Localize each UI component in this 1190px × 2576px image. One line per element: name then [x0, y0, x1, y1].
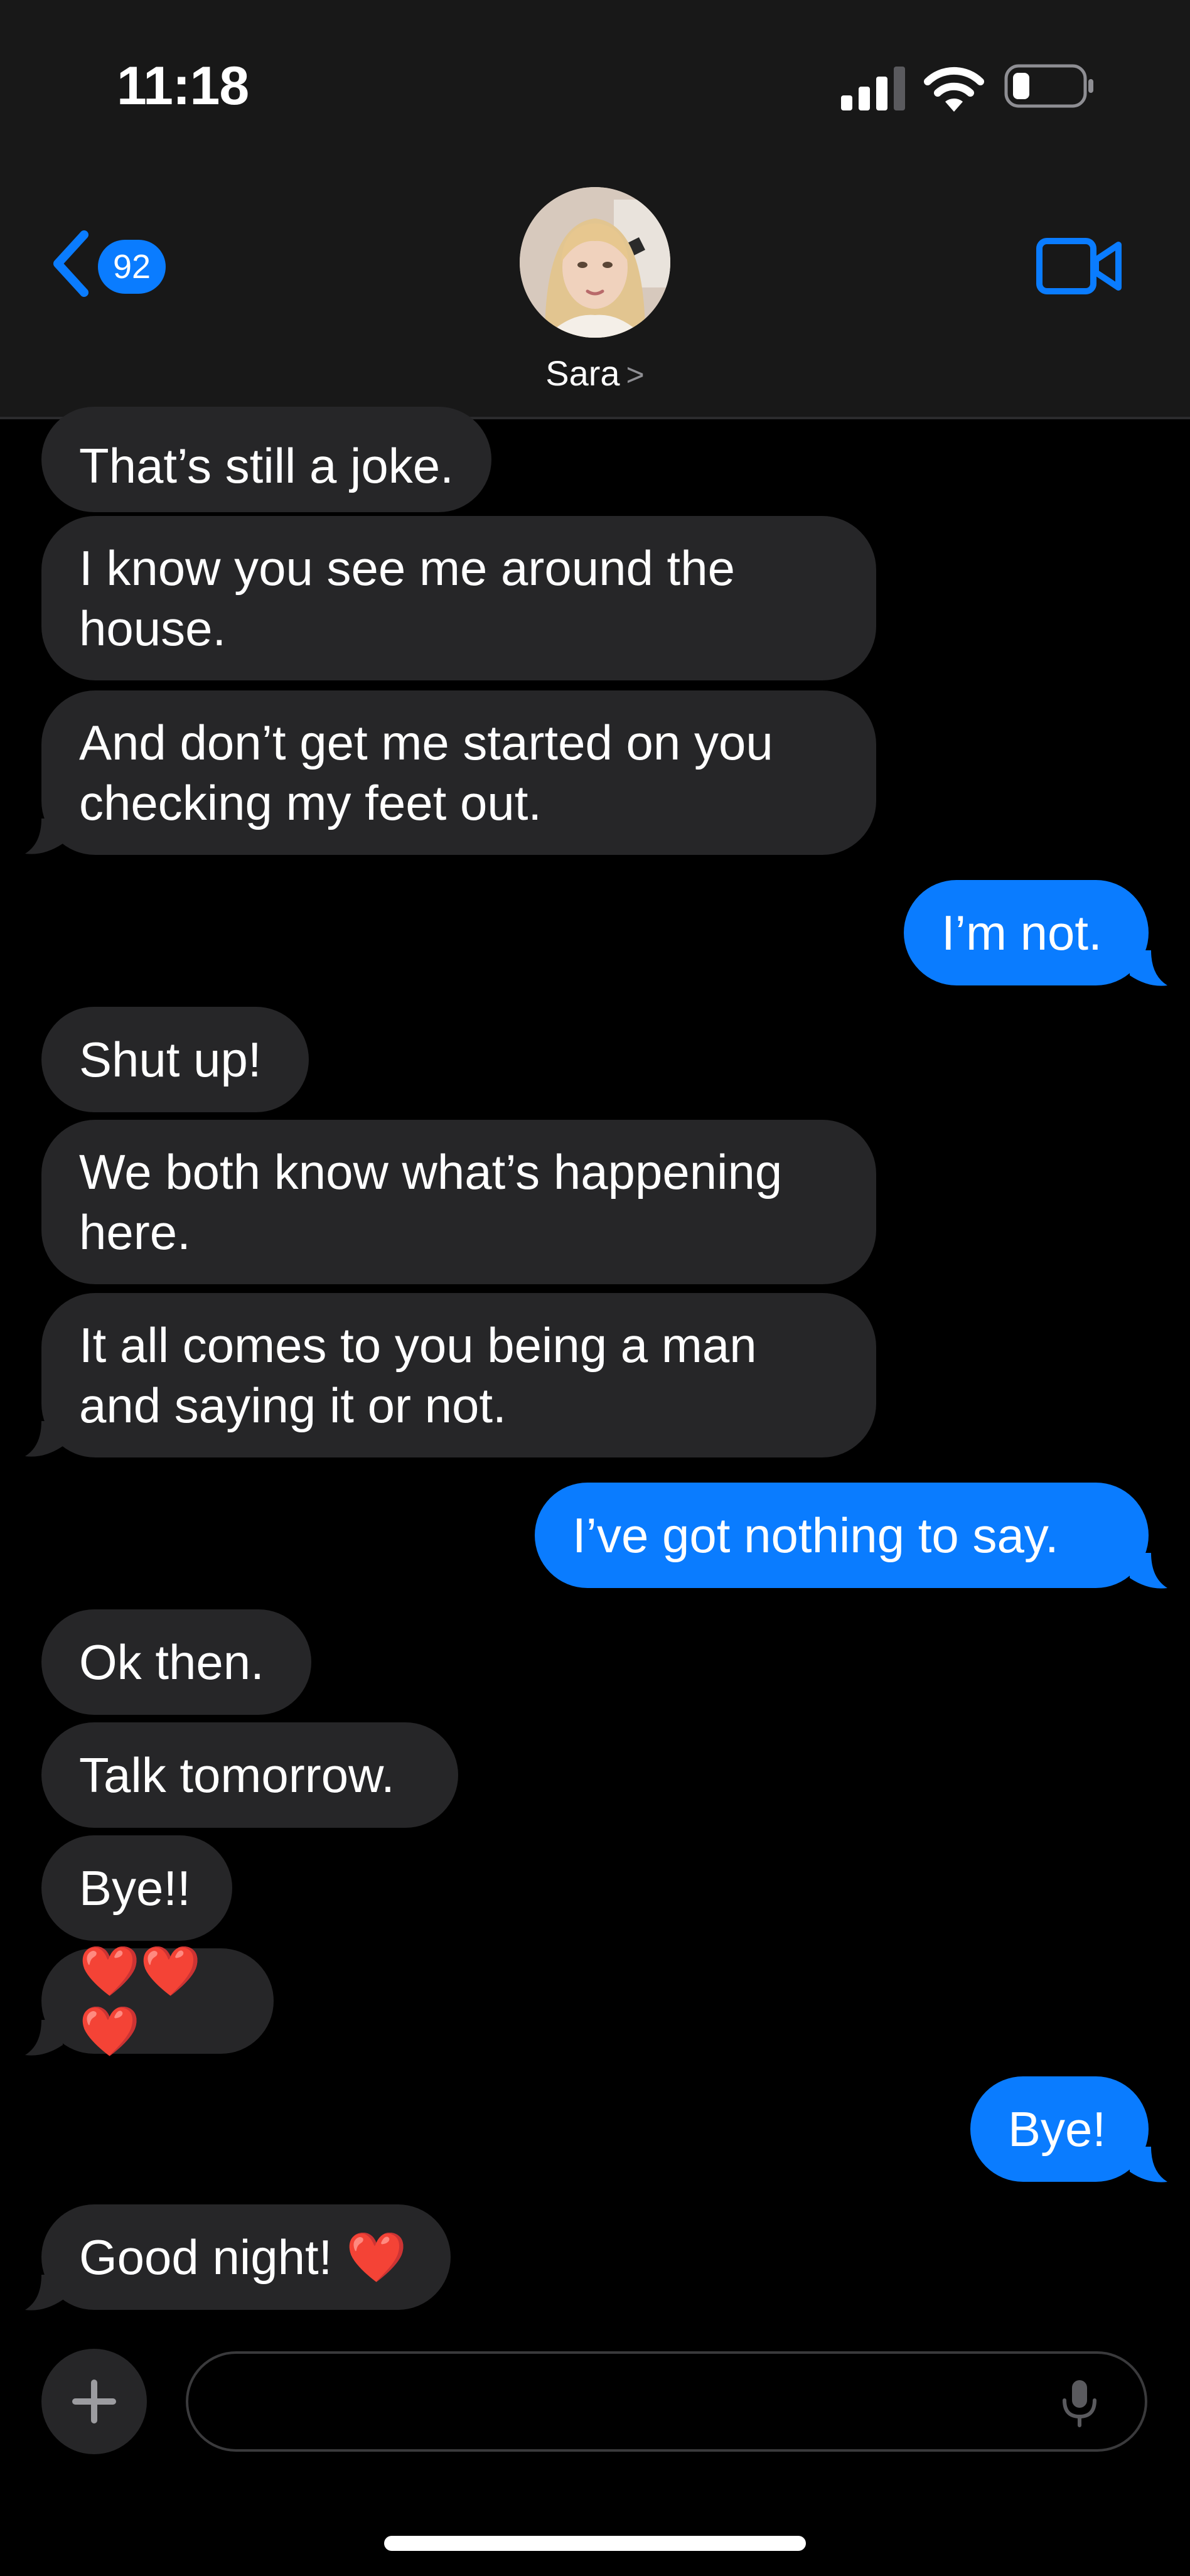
message-bubble-incoming[interactable]: Shut up!: [41, 1007, 309, 1112]
message-text: I’m not.: [941, 905, 1102, 960]
home-indicator[interactable]: [384, 2536, 806, 2551]
message-bubble-incoming[interactable]: And don’t get me started on you checking…: [41, 690, 876, 855]
battery-icon: [1004, 64, 1093, 108]
add-attachment-button[interactable]: [41, 2349, 147, 2454]
message-bubble-outgoing[interactable]: I’ve got nothing to say.: [535, 1483, 1149, 1588]
message-bubble-incoming[interactable]: I know you see me around the house.: [41, 516, 876, 680]
bubble-tail: [1130, 1553, 1167, 1589]
message-text: And don’t get me started on you checking…: [79, 715, 773, 830]
microphone-icon[interactable]: [1054, 2378, 1105, 2428]
avatar-photo: [520, 187, 670, 338]
message-bubble-incoming[interactable]: ❤️❤️❤️: [41, 1943, 274, 2059]
message-text: Bye!: [1008, 2101, 1107, 2157]
message-composer[interactable]: [186, 2351, 1147, 2452]
message-thread[interactable]: That’s still a joke. I know you see me a…: [0, 407, 1190, 2327]
contact-name: Sara: [545, 353, 620, 393]
message-bubble-incoming[interactable]: Talk tomorrow.: [41, 1722, 458, 1828]
chevron-left-icon: [53, 230, 88, 297]
message-text: That’s still a joke.: [79, 438, 454, 493]
message-bubble-incoming[interactable]: Bye!!: [41, 1835, 232, 1941]
message-bubble-outgoing[interactable]: I’m not.: [904, 880, 1149, 985]
message-text: I’ve got nothing to say.: [572, 1508, 1059, 1563]
message-text: Good night! ❤️: [79, 2230, 407, 2285]
bubble-tail: [25, 2020, 63, 2056]
conversation-header: 11:18 92 Sara >: [0, 0, 1190, 419]
message-text: Ok then.: [79, 1634, 264, 1690]
message-text: Bye!!: [79, 1860, 191, 1916]
message-bubble-incoming[interactable]: Good night! ❤️: [41, 2204, 451, 2310]
contact-avatar[interactable]: [520, 187, 670, 338]
bubble-tail: [1130, 950, 1167, 986]
wifi-icon: [924, 67, 984, 112]
message-bubble-incoming[interactable]: That’s still a joke.: [41, 407, 491, 512]
message-text: It all comes to you being a man and sayi…: [79, 1318, 757, 1433]
message-text: Shut up!: [79, 1032, 262, 1087]
message-text: I know you see me around the house.: [79, 540, 735, 656]
status-time: 11:18: [117, 56, 249, 116]
chevron-right-icon: >: [626, 357, 645, 392]
message-bubble-incoming[interactable]: It all comes to you being a man and sayi…: [41, 1293, 876, 1457]
bubble-tail: [25, 2275, 63, 2310]
message-text: We both know what’s happening here.: [79, 1144, 783, 1260]
bubble-tail: [25, 818, 63, 854]
message-bubble-outgoing[interactable]: Bye!: [970, 2076, 1149, 2182]
message-bubble-incoming[interactable]: We both know what’s happening here.: [41, 1120, 876, 1284]
bubble-tail: [25, 1421, 63, 1457]
contact-name-button[interactable]: Sara >: [0, 353, 1190, 394]
video-camera-icon[interactable]: [1036, 236, 1123, 296]
message-bubble-incoming[interactable]: Ok then.: [41, 1609, 311, 1715]
bubble-tail: [1130, 2147, 1167, 2182]
unread-count-badge: 92: [98, 240, 166, 294]
message-input[interactable]: [213, 2366, 1032, 2437]
signal-icon: [841, 67, 905, 110]
message-text: Talk tomorrow.: [79, 1747, 395, 1803]
plus-icon: [72, 2380, 116, 2423]
message-text: ❤️❤️❤️: [79, 1943, 201, 2059]
back-button[interactable]: 92: [49, 226, 174, 301]
